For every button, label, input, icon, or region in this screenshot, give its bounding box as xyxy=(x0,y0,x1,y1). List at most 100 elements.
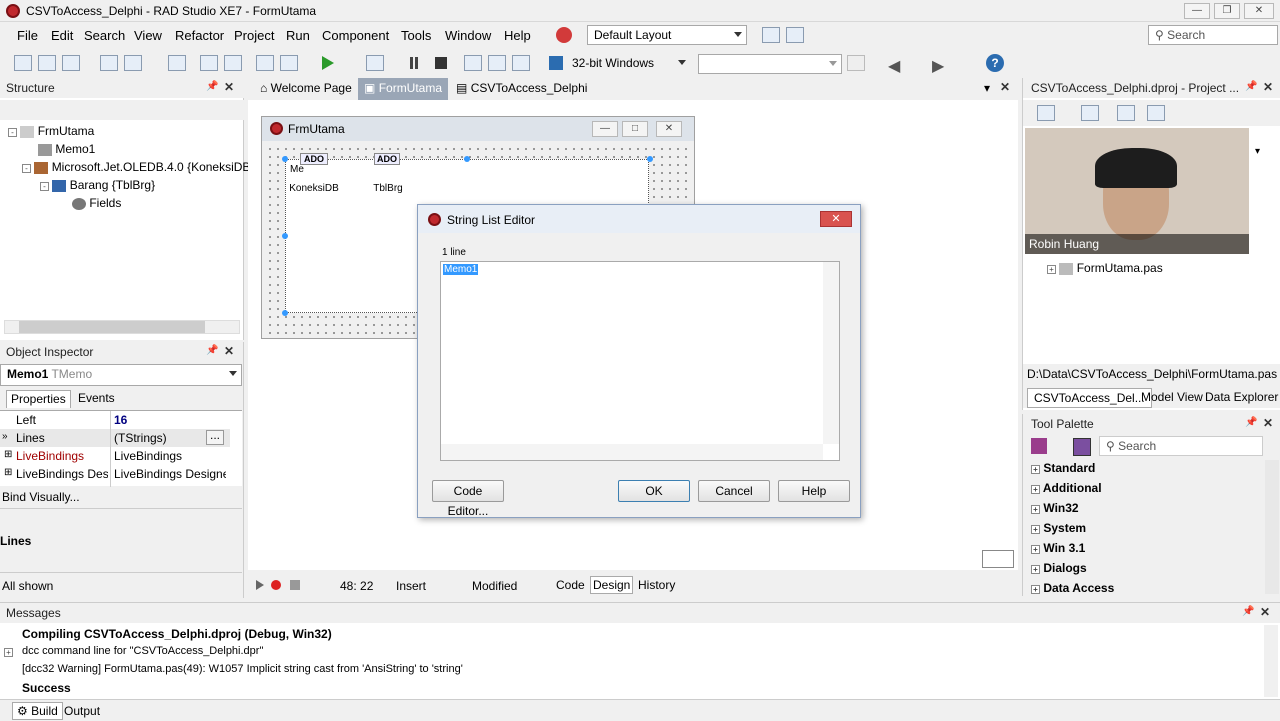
run-without-debug-icon[interactable] xyxy=(366,55,384,71)
property-value[interactable]: (TStrings) xyxy=(114,431,167,445)
add-folder-icon[interactable] xyxy=(1081,105,1099,121)
messages-scrollbar[interactable] xyxy=(1264,625,1278,697)
run-target-icon[interactable] xyxy=(556,27,572,43)
play-macro-icon[interactable] xyxy=(256,580,264,590)
tab-events[interactable]: Events xyxy=(74,390,119,406)
pin-icon[interactable]: 📌 xyxy=(1245,81,1257,92)
stop-macro-icon[interactable] xyxy=(290,580,300,590)
object-selector[interactable]: Memo1 TMemo xyxy=(0,364,242,386)
tree-node-memo1[interactable]: Memo1 xyxy=(38,142,95,156)
tab-formutama[interactable]: ▣ FormUtama xyxy=(358,78,449,100)
minimize-button[interactable]: — xyxy=(1184,3,1210,19)
menu-edit[interactable]: Edit xyxy=(51,28,73,43)
tab-history[interactable]: History xyxy=(636,576,677,594)
close-icon[interactable]: ✕ xyxy=(224,344,234,358)
run-to-cursor-icon[interactable] xyxy=(512,55,530,71)
tab-output[interactable]: Output xyxy=(64,704,100,718)
new-item-icon[interactable] xyxy=(100,55,118,71)
step-over-icon[interactable] xyxy=(488,55,506,71)
close-icon[interactable]: ✕ xyxy=(1263,416,1273,430)
remove-file-icon[interactable] xyxy=(280,55,298,71)
new-icon[interactable] xyxy=(14,55,32,71)
designer-nav-icon[interactable] xyxy=(982,550,1014,568)
palette-group-system[interactable]: + System xyxy=(1031,521,1086,535)
save-icon[interactable] xyxy=(168,55,186,71)
selection-handle[interactable] xyxy=(464,156,470,162)
view-icon[interactable] xyxy=(1147,105,1165,121)
expand-icon[interactable]: ⊞ xyxy=(4,467,12,478)
pin-icon[interactable]: 📌 xyxy=(206,81,218,92)
koneksidb-component[interactable]: ADO xyxy=(300,153,328,179)
tab-design[interactable]: Design xyxy=(590,576,634,594)
tree-node-koneksidb[interactable]: - Microsoft.Jet.OLEDB.4.0 {KoneksiDB xyxy=(22,160,250,174)
selection-handle[interactable] xyxy=(282,233,288,239)
desktop-icon[interactable] xyxy=(786,27,804,43)
string-list-textarea[interactable]: Memo1 xyxy=(440,261,840,461)
activate-icon[interactable] xyxy=(1037,105,1055,121)
pin-icon[interactable]: 📌 xyxy=(1245,417,1257,428)
selection-handle[interactable] xyxy=(282,310,288,316)
open-file-icon[interactable] xyxy=(124,55,142,71)
trace-into-icon[interactable] xyxy=(464,55,482,71)
palette-scrollbar[interactable] xyxy=(1265,460,1279,594)
menu-file[interactable]: File xyxy=(17,28,38,43)
menu-component[interactable]: Component xyxy=(322,28,389,43)
message-line[interactable]: dcc command line for "CSVToAccess_Delphi… xyxy=(22,645,263,657)
record-macro-icon[interactable] xyxy=(271,580,281,590)
save-layout-icon[interactable] xyxy=(762,27,780,43)
expand-icon[interactable]: + xyxy=(4,648,13,657)
tree-node-formutama-pas[interactable]: + FormUtama.pas xyxy=(1047,261,1163,275)
add-file-icon[interactable] xyxy=(256,55,274,71)
open-project-icon[interactable] xyxy=(62,55,80,71)
run-icon[interactable] xyxy=(322,56,334,70)
platform-combo[interactable]: 32-bit Windows xyxy=(566,54,690,74)
palette-search-input[interactable]: ⚲ Search xyxy=(1099,436,1263,456)
ide-search-input[interactable]: ⚲ Search xyxy=(1148,25,1278,45)
property-value[interactable]: LiveBindings xyxy=(114,449,182,463)
collapse-icon[interactable]: - xyxy=(22,164,31,173)
menu-tools[interactable]: Tools xyxy=(401,28,431,43)
menu-search[interactable]: Search xyxy=(84,28,125,43)
property-value[interactable]: LiveBindings Designe xyxy=(114,467,226,481)
palette-filter-icon[interactable] xyxy=(1073,438,1091,456)
close-icon[interactable]: ✕ xyxy=(1260,605,1270,619)
open-folder-icon[interactable] xyxy=(1117,105,1135,121)
horizontal-scrollbar[interactable] xyxy=(441,444,823,460)
menu-refactor[interactable]: Refactor xyxy=(175,28,224,43)
collapse-icon[interactable]: - xyxy=(8,128,17,137)
pin-icon[interactable]: 📌 xyxy=(206,345,218,356)
palette-group-dialogs[interactable]: + Dialogs xyxy=(1031,561,1087,575)
save-all-icon[interactable] xyxy=(200,55,218,71)
tab-csvtoaccess-delphi[interactable]: ▤ CSVToAccess_Delphi xyxy=(452,81,591,95)
code-editor-button[interactable]: Code Editor... xyxy=(432,480,504,518)
dropdown-icon[interactable]: ▾ xyxy=(1255,146,1260,157)
close-icon[interactable]: ✕ xyxy=(1263,80,1273,94)
message-line[interactable]: Compiling CSVToAccess_Delphi.dproj (Debu… xyxy=(22,627,332,641)
tab-model-view[interactable]: Model View xyxy=(1141,390,1203,404)
collapse-icon[interactable]: - xyxy=(40,182,49,191)
tree-node-frmutama[interactable]: - FrmUtama xyxy=(8,124,94,138)
pin-icon[interactable]: 📌 xyxy=(1242,606,1254,617)
expand-icon[interactable]: ⊞ xyxy=(4,449,12,460)
menu-run[interactable]: Run xyxy=(286,28,310,43)
help-button[interactable]: Help xyxy=(778,480,850,502)
pause-icon[interactable] xyxy=(410,57,413,69)
open-icon[interactable] xyxy=(38,55,56,71)
menu-project[interactable]: Project xyxy=(234,28,274,43)
close-tab-icon[interactable]: ✕ xyxy=(1000,80,1010,94)
categories-icon[interactable] xyxy=(1031,438,1047,454)
palette-group-additional[interactable]: + Additional xyxy=(1031,481,1102,495)
close-window-button[interactable]: ✕ xyxy=(1244,3,1274,19)
menu-help[interactable]: Help xyxy=(504,28,531,43)
layout-combo[interactable]: Default Layout xyxy=(587,25,747,45)
selection-handle[interactable] xyxy=(647,156,653,162)
tree-node-barang[interactable]: - Barang {TblBrg} xyxy=(40,178,155,192)
structure-scrollbar[interactable] xyxy=(4,320,240,334)
expand-icon[interactable]: + xyxy=(1047,265,1056,274)
close-icon[interactable]: ✕ xyxy=(224,80,234,94)
forward-icon[interactable]: ▶ xyxy=(932,56,944,76)
palette-group-data-access[interactable]: + Data Access xyxy=(1031,581,1114,595)
stop-icon[interactable] xyxy=(435,57,447,69)
dialog-close-button[interactable]: ✕ xyxy=(820,211,852,227)
tab-properties[interactable]: Properties xyxy=(6,390,71,408)
